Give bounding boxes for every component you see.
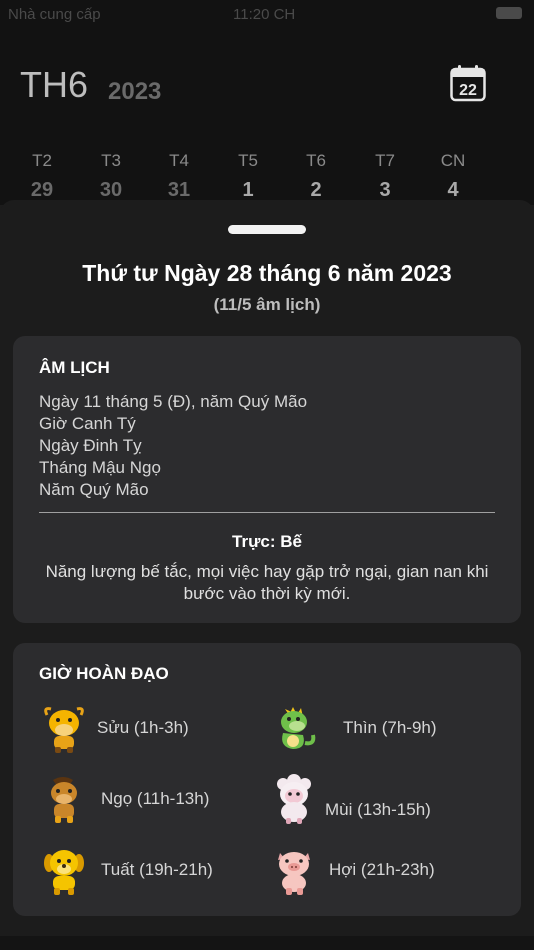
divider: [39, 512, 495, 513]
lunar-info-card: ÂM LỊCH Ngày 11 tháng 5 (Đ), năm Quý Mão…: [13, 336, 521, 623]
weekday-label: CN: [440, 151, 466, 170]
hour-item-suu: Sửu (1h-3h): [39, 703, 259, 755]
lunar-line: Ngày 11 tháng 5 (Đ), năm Quý Mão: [39, 392, 308, 411]
auspicious-hours-heading: GIỜ HOÀN ĐẠO: [39, 664, 169, 683]
status-bar: Nhà cung cấp 11:20 CH: [0, 0, 534, 30]
hour-item-tuat: Tuất (19h-21h): [39, 845, 259, 897]
weekday-label: T7: [375, 151, 395, 170]
hour-item-ngo: Ngọ (11h-13h): [39, 774, 259, 826]
weekday-label: T6: [306, 151, 326, 170]
hour-label: Ngọ (11h-13h): [101, 789, 210, 808]
weekday-label: T2: [32, 151, 52, 170]
pig-icon: [269, 845, 319, 897]
lunar-date-subtitle: (11/5 âm lịch): [213, 295, 321, 314]
month-label: TH6: [20, 64, 89, 105]
hour-item-mui: Mùi (13h-15h): [269, 774, 509, 826]
sheet-drag-handle[interactable]: [228, 225, 306, 234]
lunar-line: Năm Quý Mão: [39, 480, 149, 499]
battery-icon: [496, 7, 522, 19]
dragon-icon: [269, 703, 319, 755]
weekday-date: 29: [30, 179, 54, 201]
weekday-item[interactable]: T2 29: [12, 151, 72, 202]
goat-icon: [269, 774, 319, 826]
hour-label: Thìn (7h-9h): [343, 718, 437, 737]
weekday-label: T4: [169, 151, 189, 170]
weekday-date: 4: [447, 179, 459, 201]
truc-title: Trực: Bế: [232, 532, 302, 551]
weekday-date: 30: [99, 179, 123, 201]
lunar-details: Ngày 11 tháng 5 (Đ), năm Quý Mão Giờ Can…: [39, 391, 307, 501]
dog-icon: [39, 845, 89, 897]
weekday-item[interactable]: T3 30: [81, 151, 141, 202]
weekday-date: 31: [167, 179, 191, 201]
lunar-line: Ngày Đinh Tỵ: [39, 436, 142, 455]
weekday-date: 2: [310, 179, 322, 201]
hour-label: Hợi (21h-23h): [329, 860, 435, 879]
bottom-edge: [0, 936, 534, 950]
truc-description: Năng lượng bế tắc, mọi việc hay gặp trở …: [45, 562, 489, 603]
horse-icon: [39, 774, 89, 826]
ox-icon: [39, 703, 89, 755]
lunar-line: Giờ Canh Tý: [39, 414, 136, 433]
weekday-label: T5: [238, 151, 258, 170]
weekday-date: 1: [242, 179, 254, 201]
lunar-line: Tháng Mậu Ngọ: [39, 458, 161, 477]
auspicious-hours-card: GIỜ HOÀN ĐẠO Sửu (1h-3h) Thìn (7h-9h) Ng…: [13, 643, 521, 916]
clock: 11:20 CH: [233, 6, 296, 23]
weekday-item[interactable]: CN 4: [423, 151, 483, 202]
hour-item-hoi: Hợi (21h-23h): [269, 845, 509, 897]
day-detail-sheet: Thứ tư Ngày 28 tháng 6 năm 2023 (11/5 âm…: [0, 200, 534, 950]
year-label: 2023: [108, 78, 162, 105]
hour-label: Tuất (19h-21h): [101, 860, 213, 879]
weekday-date: 3: [379, 179, 391, 201]
lunar-heading: ÂM LỊCH: [39, 358, 110, 377]
weekday-item[interactable]: T4 31: [149, 151, 209, 202]
weekday-label: T3: [101, 151, 121, 170]
weekday-item[interactable]: T7 3: [355, 151, 415, 202]
weekday-item[interactable]: T6 2: [286, 151, 346, 202]
weekday-item[interactable]: T5 1: [218, 151, 278, 202]
sheet-title: Thứ tư Ngày 28 tháng 6 năm 2023: [82, 260, 452, 286]
hour-label: Sửu (1h-3h): [97, 718, 189, 737]
calendar-header: Nhà cung cấp 11:20 CH TH6 2023 22 T2 29 T…: [0, 0, 534, 205]
carrier-label: Nhà cung cấp: [8, 6, 101, 23]
calendar-today-icon[interactable]: 22: [450, 64, 486, 102]
hour-label: Mùi (13h-15h): [325, 800, 431, 819]
hour-item-thin: Thìn (7h-9h): [269, 703, 509, 755]
calendar-icon-day: 22: [459, 82, 477, 99]
